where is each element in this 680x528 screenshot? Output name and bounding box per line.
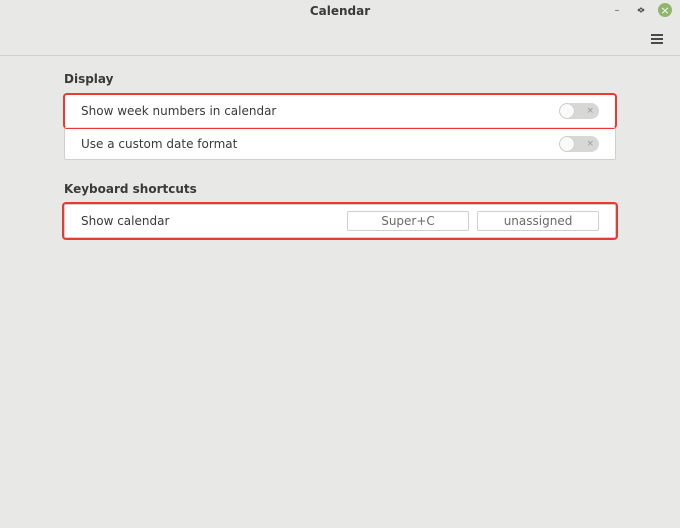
shortcut-field-1[interactable]: Super+C: [347, 211, 469, 231]
section-title-keyboard: Keyboard shortcuts: [64, 182, 616, 196]
keyboard-panel: Show calendar Super+C unassigned: [64, 204, 616, 238]
row-show-week-numbers: Show week numbers in calendar ×: [65, 95, 615, 127]
close-button[interactable]: [658, 3, 672, 17]
maximize-button[interactable]: [634, 3, 648, 17]
toggle-custom-date-format[interactable]: ×: [559, 136, 599, 152]
content-area: Display Show week numbers in calendar × …: [0, 56, 680, 238]
section-title-display: Display: [64, 72, 616, 86]
toolbar: [0, 22, 680, 56]
toggle-show-week-numbers[interactable]: ×: [559, 103, 599, 119]
minimize-button[interactable]: [610, 3, 624, 17]
label-show-calendar: Show calendar: [81, 214, 339, 228]
row-show-calendar-shortcut: Show calendar Super+C unassigned: [65, 205, 615, 237]
window-controls: [610, 3, 672, 17]
row-custom-date-format: Use a custom date format ×: [65, 127, 615, 159]
shortcut-field-2[interactable]: unassigned: [477, 211, 599, 231]
titlebar: Calendar: [0, 0, 680, 22]
label-show-week-numbers: Show week numbers in calendar: [81, 104, 559, 118]
menu-icon[interactable]: [648, 30, 666, 48]
display-panel: Show week numbers in calendar × Use a cu…: [64, 94, 616, 160]
window-title: Calendar: [310, 4, 370, 18]
label-custom-date-format: Use a custom date format: [81, 137, 559, 151]
